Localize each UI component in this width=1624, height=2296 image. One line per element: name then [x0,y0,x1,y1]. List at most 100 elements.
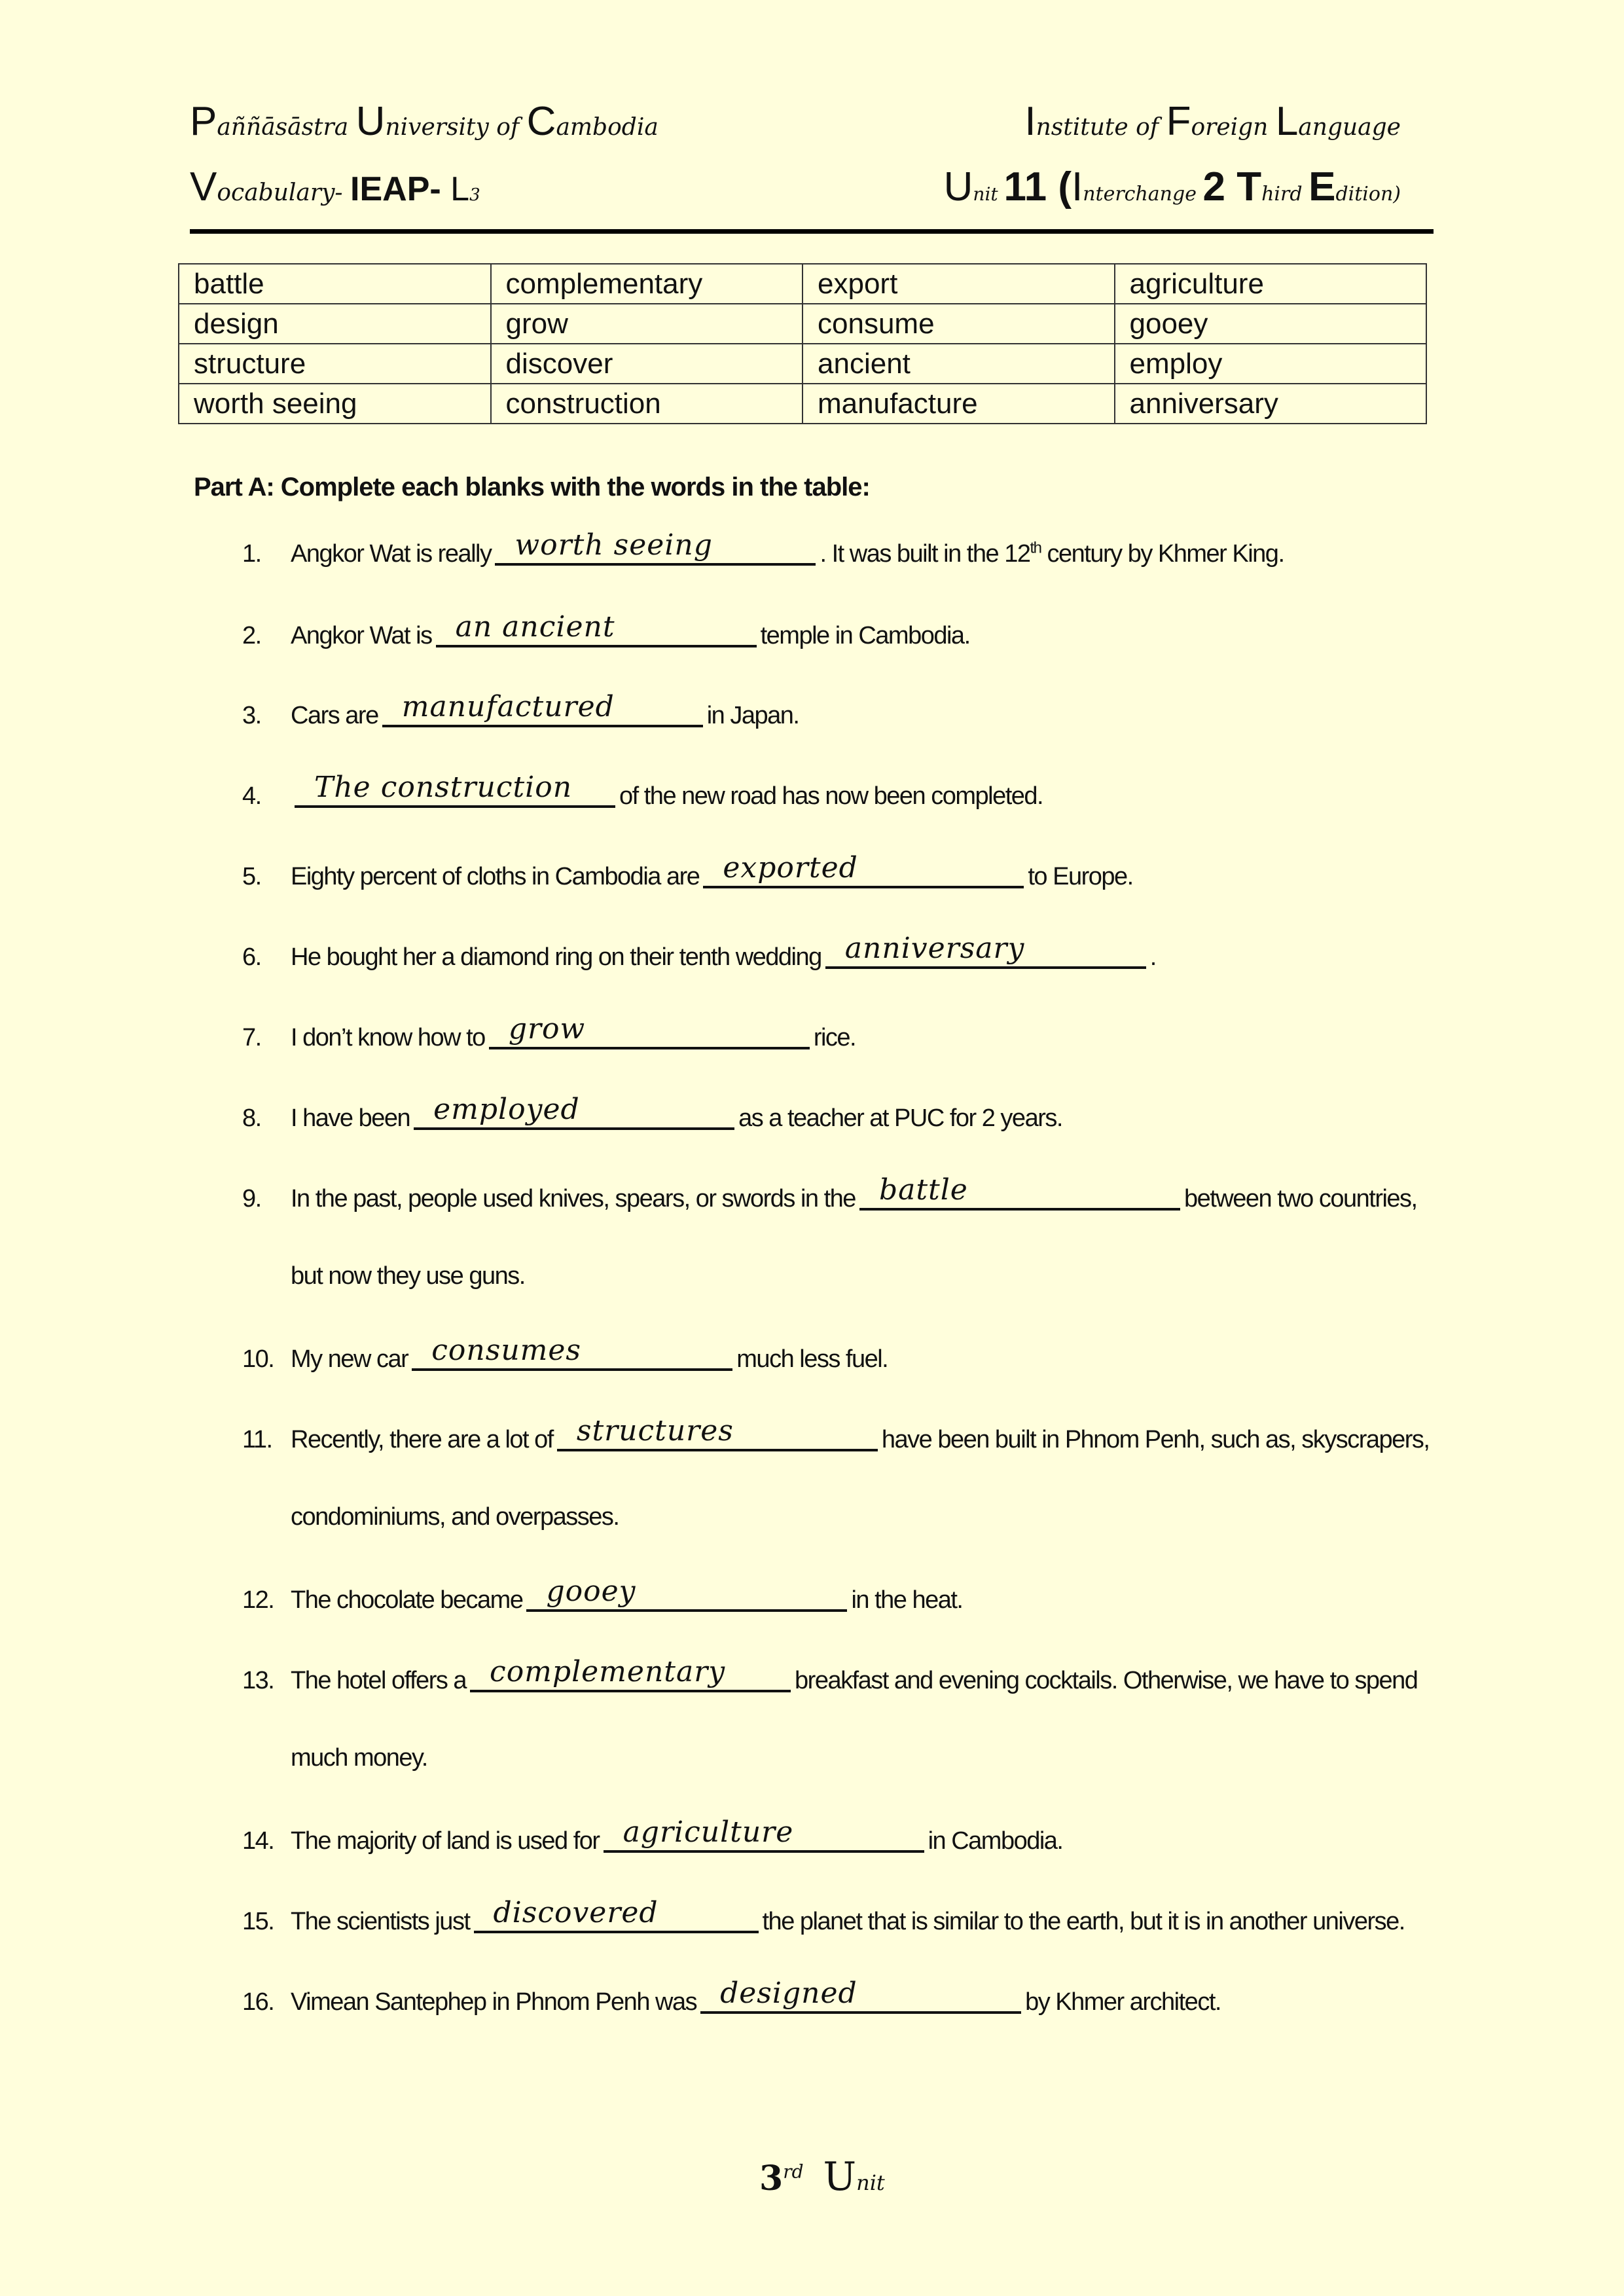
handwritten-answer: exported [723,851,858,884]
answer-blank[interactable]: structures [556,1414,878,1451]
item-sentence: The construction of the new road has now … [291,771,1044,810]
sentence-continuation: much money. [291,1744,428,1772]
handwritten-answer: discovered [493,1896,659,1929]
handwritten-answer: battle [878,1173,968,1207]
item-sentence: The chocolate became gooey in the heat. [291,1575,964,1614]
sentence-after-continued: century by Khmer King. [1041,540,1285,568]
vocab-cell: consume [802,303,1115,344]
answer-blank[interactable]: consumes [412,1334,733,1371]
answer-blank[interactable]: manufactured [382,690,703,727]
exercise-item: 14. The majority of land is used for agric… [242,1815,1434,1855]
sentence-before: Eighty percent of cloths in Cambodia are [291,863,700,890]
part-a-title: Part A: Complete each blanks with the wo… [194,473,871,501]
exercise-item: 1. Angkor Wat is really worth seeing . It w… [242,528,1434,568]
item-number: 13. [242,1667,275,1694]
item-number: 4. [242,782,262,810]
item-number: 9. [242,1185,262,1212]
sentence-before: The majority of land is used for [291,1827,600,1855]
exercise-item: 3. Cars are manufactured in Japan. [242,690,1434,730]
sentence-before: The hotel offers a [291,1667,467,1694]
handwritten-answer: an ancient [455,610,615,644]
answer-blank[interactable]: an ancient [435,610,757,647]
sentence-before: The chocolate became [291,1586,524,1614]
sentence-continuation: condominiums, and overpasses. [291,1503,620,1531]
sentence-before: The scientists just [291,1908,471,1935]
sentence-after: temple in Cambodia. [760,622,971,649]
item-sentence: My new car consumes much less fuel. [291,1334,889,1373]
unit-title: Unit 11 (Interchange 2 Third Edition) [943,164,1401,210]
item-number: 14. [242,1827,275,1855]
item-number: 10. [242,1345,275,1373]
university-name: Paññāsāstra University of Cambodia [190,99,659,144]
vocab-cell: anniversary [1113,383,1427,424]
item-number: 8. [242,1104,262,1132]
exercise-item: 13. The hotel offers a complementary breakf… [242,1655,1434,1772]
answer-blank[interactable]: exported [703,851,1024,888]
handwritten-answer: anniversary [844,932,1025,965]
vocab-cell: employ [1113,343,1427,384]
sentence-before: In the past, people used knives, spears,… [291,1185,856,1212]
answer-blank[interactable]: complementary [470,1655,791,1692]
item-sentence: Angkor Wat is an ancient temple in Cambodi… [291,610,971,649]
vocab-cell: battle [178,263,492,304]
exercise-item: 11. Recently, there are a lot of structure… [242,1414,1434,1531]
sentence-after: of the new road has now been completed. [619,782,1044,810]
answer-blank[interactable]: worth seeing [495,528,816,566]
exercise-item: 4. The construction of the new road has no… [242,771,1434,811]
page-header: Paññāsāstra University of Cambodia Vocab… [190,98,1434,236]
sentence-before: Angkor Wat is really [291,540,492,568]
handwritten-answer: consumes [431,1334,582,1367]
sentence-before: I don’t know how to [291,1024,486,1051]
handwritten-answer: manufactured [401,690,615,723]
vocab-cell: worth seeing [178,383,492,424]
sentence-before: Recently, there are a lot of [291,1426,554,1453]
exercise-item: 2. Angkor Wat is an ancient temple in Cambo… [242,610,1434,650]
item-number: 15. [242,1908,275,1935]
sentence-before: Angkor Wat is [291,622,433,649]
item-number: 11. [242,1426,273,1453]
vocab-cell: gooey [1113,303,1427,344]
exercise-item: 6. He bought her a diamond ring on their … [242,932,1434,972]
sentence-before: Vimean Santephep in Phnom Penh was [291,1988,698,2016]
item-sentence: Angkor Wat is really worth seeing . It was… [291,528,1285,568]
sentence-continuation: but now they use guns. [291,1262,526,1290]
answer-blank[interactable]: designed [700,1977,1022,2014]
vocab-cell: complementary [490,263,803,304]
vocab-cell: export [802,263,1115,304]
answer-blank[interactable]: employed [414,1093,735,1130]
vocab-cell: structure [178,343,492,384]
sentence-after: . [1149,943,1157,971]
answer-blank[interactable]: anniversary [825,932,1146,969]
sentence-after: in Japan. [706,702,800,729]
item-sentence: The scientists just discovered the planet … [291,1896,1405,1935]
sentence-after: as a teacher at PUC for 2 years. [738,1104,1063,1132]
handwritten-answer: agriculture [623,1815,794,1849]
item-number: 1. [242,540,262,568]
sentence-after: by Khmer architect. [1025,1988,1221,2016]
item-number: 2. [242,622,262,649]
handwritten-answer: The construction [314,771,573,804]
ordinal-suffix: th [1030,539,1042,557]
exercise-item: 8. I have been employed as a teacher at PUC… [242,1093,1434,1133]
exercise-item: 9. In the past, people used knives, spear… [242,1173,1434,1290]
handwritten-answer: employed [433,1093,580,1126]
vocab-row: battle complementary export agriculture [178,263,1427,304]
item-sentence: Eighty percent of cloths in Cambodia are… [291,851,1134,890]
header-divider [190,229,1434,234]
item-number: 3. [242,702,262,729]
answer-blank[interactable]: agriculture [603,1815,924,1853]
handwritten-answer: designed [720,1977,857,2010]
handwritten-answer: complementary [490,1655,726,1688]
vocab-cell: design [178,303,492,344]
institute-name: Institute of Foreign Language [1024,99,1401,144]
answer-blank[interactable]: The construction [295,771,615,808]
answer-blank[interactable]: discovered [473,1896,759,1933]
sentence-before: Cars are [291,702,379,729]
handwritten-answer: gooey [546,1575,636,1608]
answer-blank[interactable]: grow [488,1012,810,1049]
item-sentence: In the past, people used knives, spears,… [291,1173,1418,1212]
exercise-item: 15. The scientists just discovered the plan… [242,1896,1434,1936]
answer-blank[interactable]: gooey [526,1575,848,1612]
answer-blank[interactable]: battle [859,1173,1180,1211]
exercise-item: 5. Eighty percent of cloths in Cambodia a… [242,851,1434,891]
